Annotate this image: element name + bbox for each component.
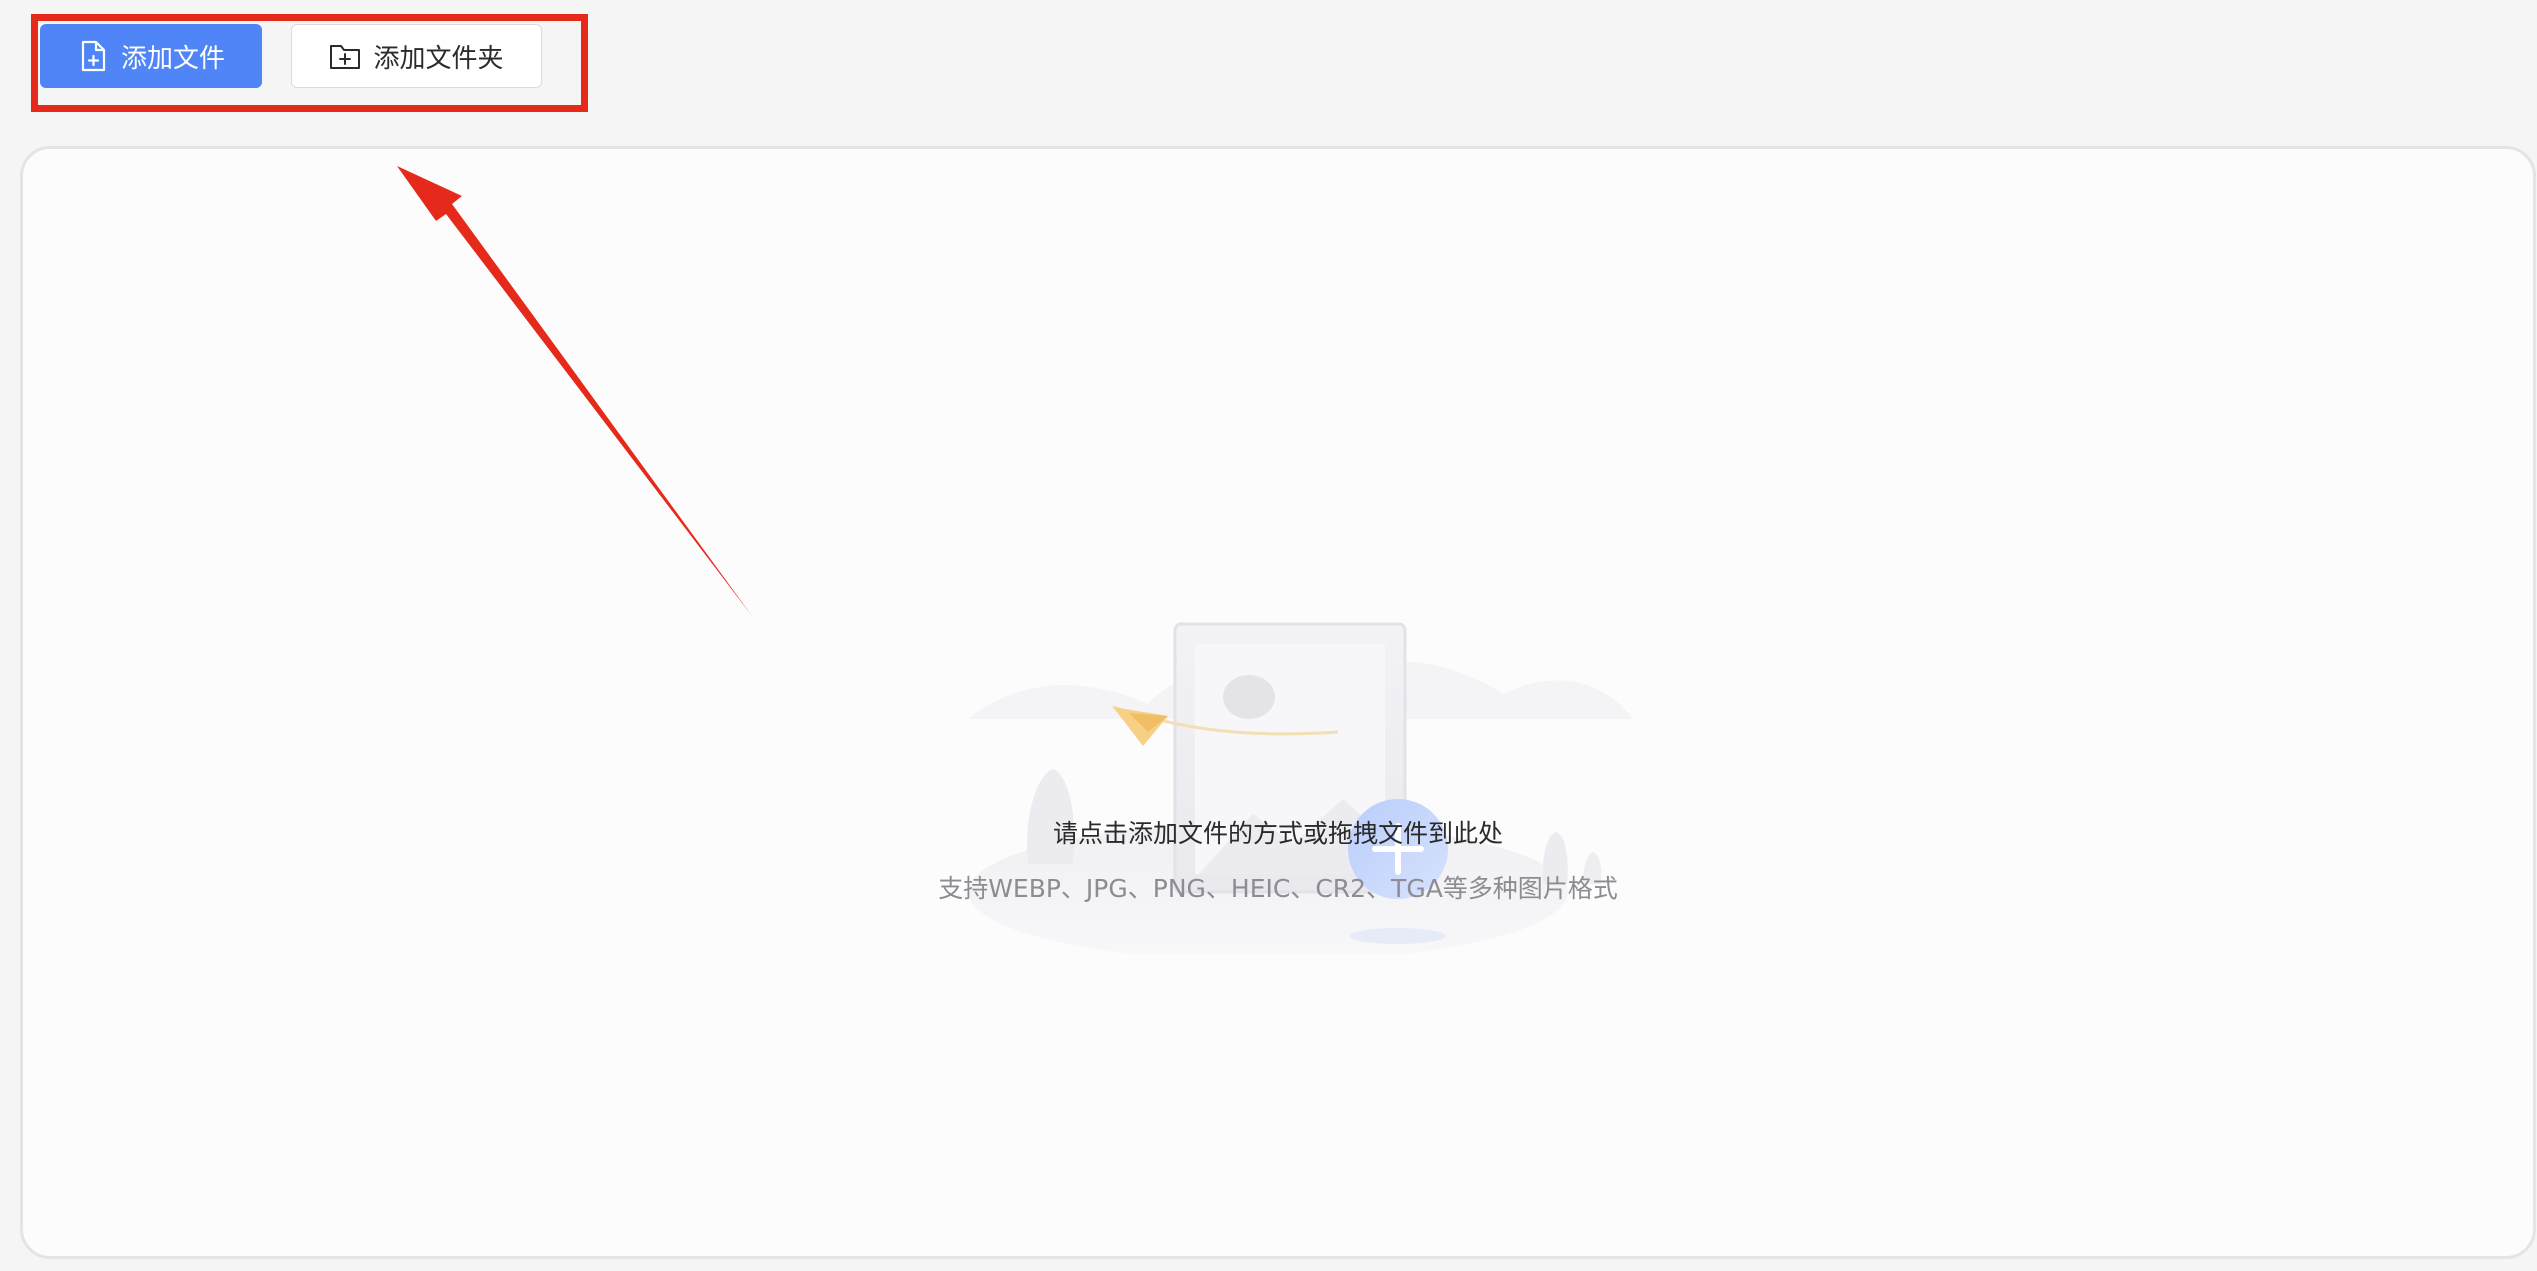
drop-area-subtitle: 支持WEBP、JPG、PNG、HEIC、CR2、TGA等多种图片格式 xyxy=(938,874,1618,903)
add-file-button[interactable]: 添加文件 xyxy=(40,24,262,88)
add-file-label: 添加文件 xyxy=(120,43,225,74)
file-drop-area[interactable]: 请点击添加文件的方式或拖拽文件到此处 支持WEBP、JPG、PNG、HEIC、C… xyxy=(20,146,2536,1259)
drop-area-title: 请点击添加文件的方式或拖拽文件到此处 xyxy=(1052,819,1503,848)
folder-plus-icon xyxy=(329,40,361,72)
add-folder-button[interactable]: 添加文件夹 xyxy=(291,24,542,88)
toolbar: 添加文件 添加文件夹 xyxy=(40,24,542,88)
add-folder-label: 添加文件夹 xyxy=(373,43,504,74)
file-plus-icon xyxy=(77,40,109,72)
